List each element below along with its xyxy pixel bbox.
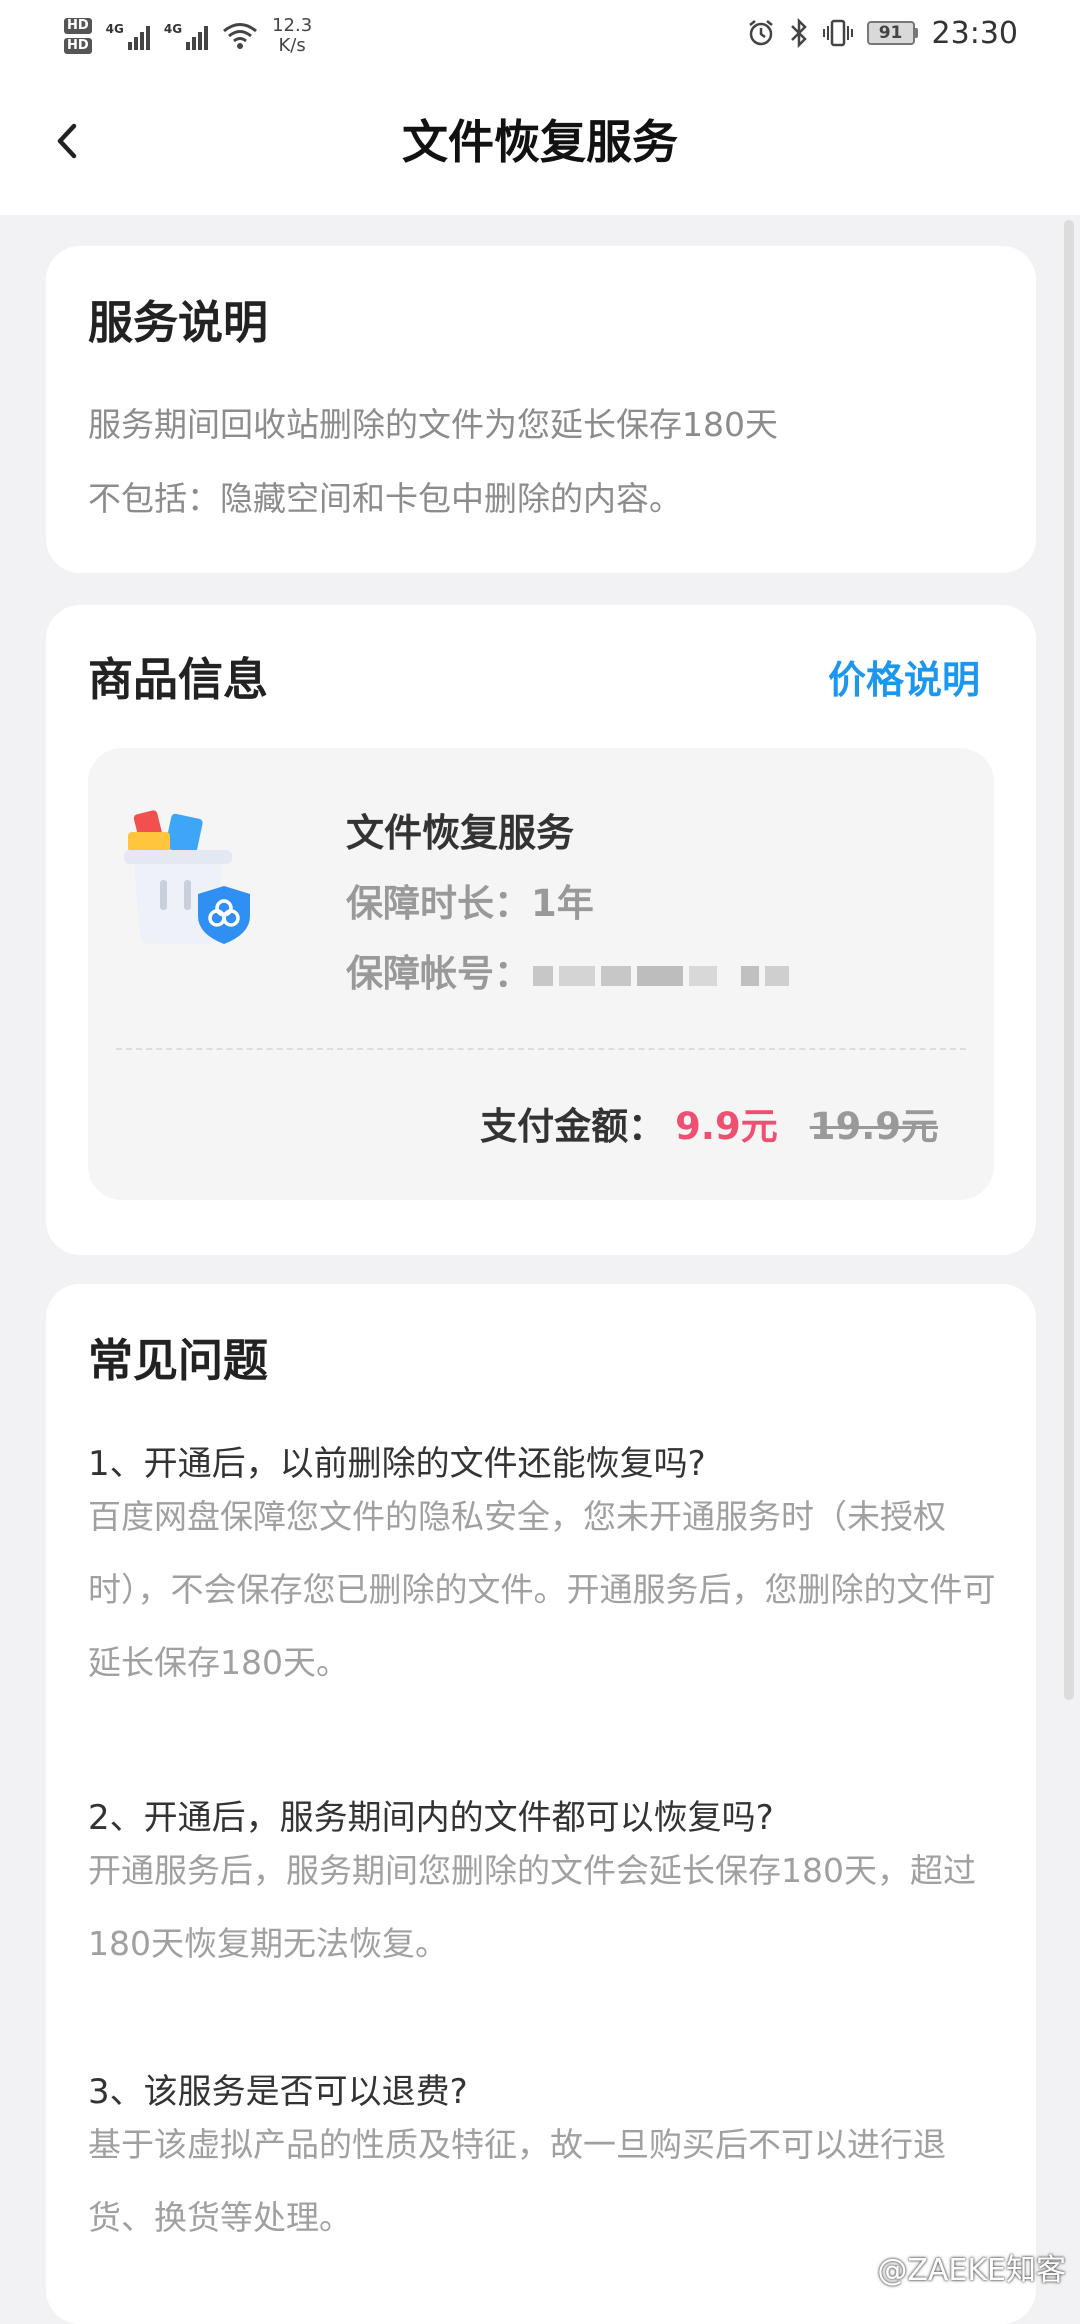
- status-bar: HD HD 4G 4G 12.3 K/s 91 23:30: [0, 0, 1080, 70]
- signal-icon: 4G: [163, 22, 209, 50]
- network-type-label: 4G: [163, 22, 183, 36]
- hd-icon: HD: [64, 38, 92, 54]
- weibo-logo-icon: [831, 2255, 869, 2283]
- faq-answer: 基于该虚拟产品的性质及特征，故一旦购买后不可以进行退货、换货等处理。: [88, 2125, 946, 2237]
- scrollbar[interactable]: [1064, 220, 1074, 1700]
- payment-amount-row: 支付金额： 9.9元 19.9元: [480, 1096, 938, 1150]
- product-summary: 文件恢复服务 保障时长：1年 保障帐号： 支付金额： 9.9元 19.9元: [88, 748, 994, 1200]
- page-title: 文件恢复服务: [402, 115, 678, 169]
- recycle-bin-shield-icon: [124, 810, 250, 944]
- hd-indicators: HD HD: [64, 18, 92, 54]
- faq-answer: 开通服务后，服务期间您删除的文件会延长保存180天，超过180天恢复期无法恢复。: [88, 1851, 976, 1963]
- app-header: 文件恢复服务: [0, 70, 1080, 215]
- guarantee-account-label: 保障帐号：: [346, 952, 531, 995]
- signal-icon: 4G: [106, 22, 150, 50]
- network-speed-value: 12.3: [272, 15, 313, 36]
- product-name: 文件恢复服务: [346, 811, 575, 855]
- faq-question: 1、开通后，以前删除的文件还能恢复吗?: [88, 1444, 706, 1484]
- original-price: 19.9元: [809, 1105, 938, 1148]
- clock: 23:30: [931, 15, 1018, 51]
- current-price: 9.9元: [675, 1105, 778, 1148]
- network-type-label: 4G: [105, 22, 124, 36]
- service-exclusion-line: 不包括：隐藏空间和卡包中删除的内容。: [88, 479, 682, 518]
- section-title: 商品信息: [88, 653, 269, 706]
- battery-icon: 91: [866, 21, 918, 45]
- price-explanation-link[interactable]: 价格说明: [828, 649, 980, 704]
- hd-icon: HD: [64, 18, 92, 34]
- network-speed: 12.3 K/s: [272, 16, 312, 56]
- wifi-icon: [223, 23, 258, 49]
- network-speed-unit: K/s: [278, 35, 306, 56]
- bluetooth-icon: [790, 18, 807, 48]
- masked-account: [533, 966, 789, 986]
- section-title: 服务说明: [88, 296, 269, 349]
- payment-amount-label: 支付金额：: [480, 1105, 666, 1148]
- vibrate-icon: [822, 19, 853, 47]
- faq-answer: 百度网盘保障您文件的隐私安全，您未开通服务时（未授权时），不会保存您已删除的文件…: [88, 1497, 996, 1682]
- faq-question: 2、开通后，服务期间内的文件都可以恢复吗?: [88, 1798, 774, 1838]
- faq-card: 常见问题 1、开通后，以前删除的文件还能恢复吗? 百度网盘保障您文件的隐私安全，…: [46, 1284, 1036, 2324]
- faq-question: 3、该服务是否可以退费?: [88, 2072, 468, 2112]
- watermark-text: @ZAEKE知客: [877, 2253, 1066, 2288]
- product-info-card: 商品信息 价格说明 文件恢复服务 保障时长：1年 保障帐号： 支付金额： 9.9…: [46, 605, 1036, 1255]
- service-description-line: 服务期间回收站删除的文件为您延长保存180天: [88, 405, 778, 444]
- service-description-card: 服务说明 服务期间回收站删除的文件为您延长保存180天 不包括：隐藏空间和卡包中…: [46, 246, 1036, 573]
- guarantee-duration: 保障时长：1年: [346, 882, 594, 925]
- status-left: HD HD 4G 4G 12.3 K/s: [64, 8, 312, 64]
- status-right: 91 23:30: [747, 0, 1018, 66]
- divider: [116, 1048, 966, 1050]
- alarm-icon: [748, 20, 773, 46]
- section-title: 常见问题: [88, 1334, 269, 1387]
- battery-level: 91: [866, 21, 915, 45]
- watermark: @ZAEKE知客: [831, 2245, 1066, 2289]
